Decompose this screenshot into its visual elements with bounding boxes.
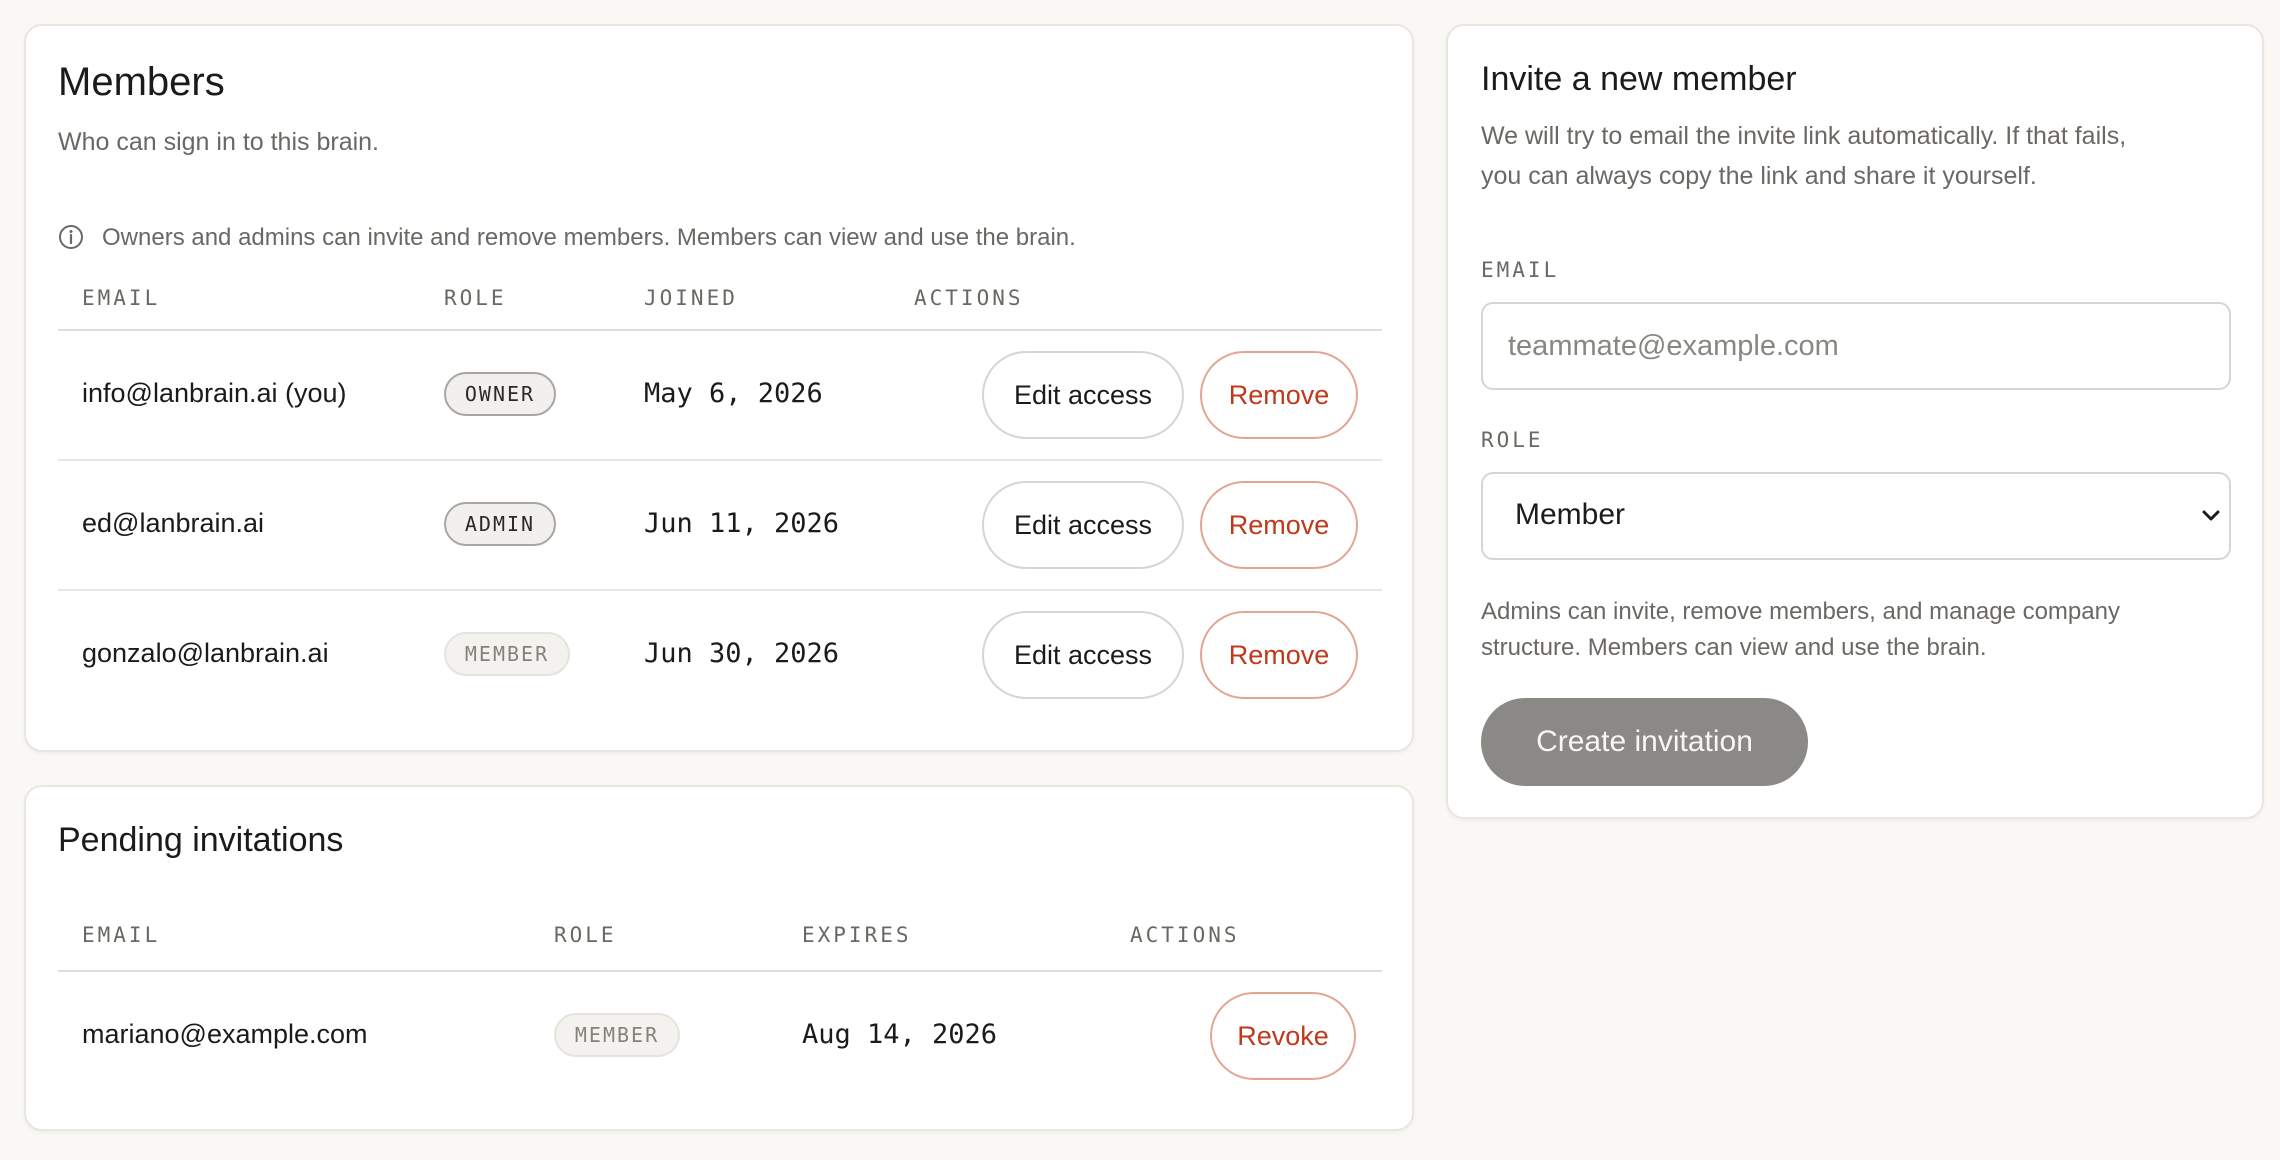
- permissions-note: Owners and admins can invite and remove …: [102, 224, 1076, 251]
- column-header-email: EMAIL: [82, 286, 161, 310]
- member-email: ed@lanbrain.ai: [82, 508, 265, 538]
- email-field-label: EMAIL: [1481, 258, 1560, 282]
- revoke-button[interactable]: Revoke: [1210, 992, 1356, 1080]
- remove-button[interactable]: Remove: [1200, 611, 1358, 699]
- column-header-role: ROLE: [554, 923, 617, 947]
- row-divider: [58, 459, 1382, 461]
- joined-date: Jun 30, 2026: [644, 638, 840, 669]
- role-select[interactable]: Member: [1481, 472, 2231, 560]
- edit-access-button[interactable]: Edit access: [982, 481, 1184, 569]
- role-select-value: Member: [1515, 498, 1626, 531]
- create-invitation-button[interactable]: Create invitation: [1481, 698, 1808, 786]
- row-divider: [58, 589, 1382, 591]
- chevron-down-icon: [2199, 504, 2223, 528]
- joined-date: Jun 11, 2026: [644, 508, 840, 539]
- invite-description-line2: you can always copy the link and share i…: [1481, 162, 2037, 190]
- pending-invitations-card: Pending invitations EMAIL ROLE EXPIRES A…: [24, 785, 1414, 1131]
- invite-title: Invite a new member: [1481, 60, 1797, 98]
- member-email: gonzalo@lanbrain.ai: [82, 638, 329, 668]
- joined-date: May 6, 2026: [644, 378, 823, 409]
- invite-description-line1: We will try to email the invite link aut…: [1481, 122, 2127, 150]
- column-header-joined: JOINED: [644, 286, 738, 310]
- column-header-email: EMAIL: [82, 923, 161, 947]
- column-header-expires: EXPIRES: [802, 923, 912, 947]
- header-divider: [58, 970, 1382, 972]
- role-badge: ADMIN: [444, 502, 556, 546]
- column-header-role: ROLE: [444, 286, 507, 310]
- role-help-line1: Admins can invite, remove members, and m…: [1481, 598, 2120, 625]
- pending-title: Pending invitations: [58, 821, 344, 859]
- role-help-line2: structure. Members can view and use the …: [1481, 634, 1987, 661]
- column-header-actions: ACTIONS: [1130, 923, 1240, 947]
- members-title: Members: [58, 60, 225, 104]
- column-header-actions: ACTIONS: [914, 286, 1024, 310]
- role-badge: MEMBER: [554, 1013, 680, 1057]
- invite-member-card: Invite a new member We will try to email…: [1446, 24, 2264, 819]
- edit-access-button[interactable]: Edit access: [982, 611, 1184, 699]
- role-badge: OWNER: [444, 372, 556, 416]
- role-field-label: ROLE: [1481, 428, 1544, 452]
- members-card: Members Who can sign in to this brain. O…: [24, 24, 1414, 752]
- remove-button[interactable]: Remove: [1200, 481, 1358, 569]
- members-subtitle: Who can sign in to this brain.: [58, 128, 379, 156]
- role-badge: MEMBER: [444, 632, 570, 676]
- invitee-email: mariano@example.com: [82, 1019, 368, 1049]
- header-divider: [58, 329, 1382, 331]
- email-field[interactable]: [1481, 302, 2231, 390]
- member-email: info@lanbrain.ai (you): [82, 378, 347, 408]
- edit-access-button[interactable]: Edit access: [982, 351, 1184, 439]
- expires-date: Aug 14, 2026: [802, 1019, 998, 1050]
- info-icon: [58, 224, 84, 250]
- remove-button[interactable]: Remove: [1200, 351, 1358, 439]
- email-input[interactable]: [1483, 304, 2229, 388]
